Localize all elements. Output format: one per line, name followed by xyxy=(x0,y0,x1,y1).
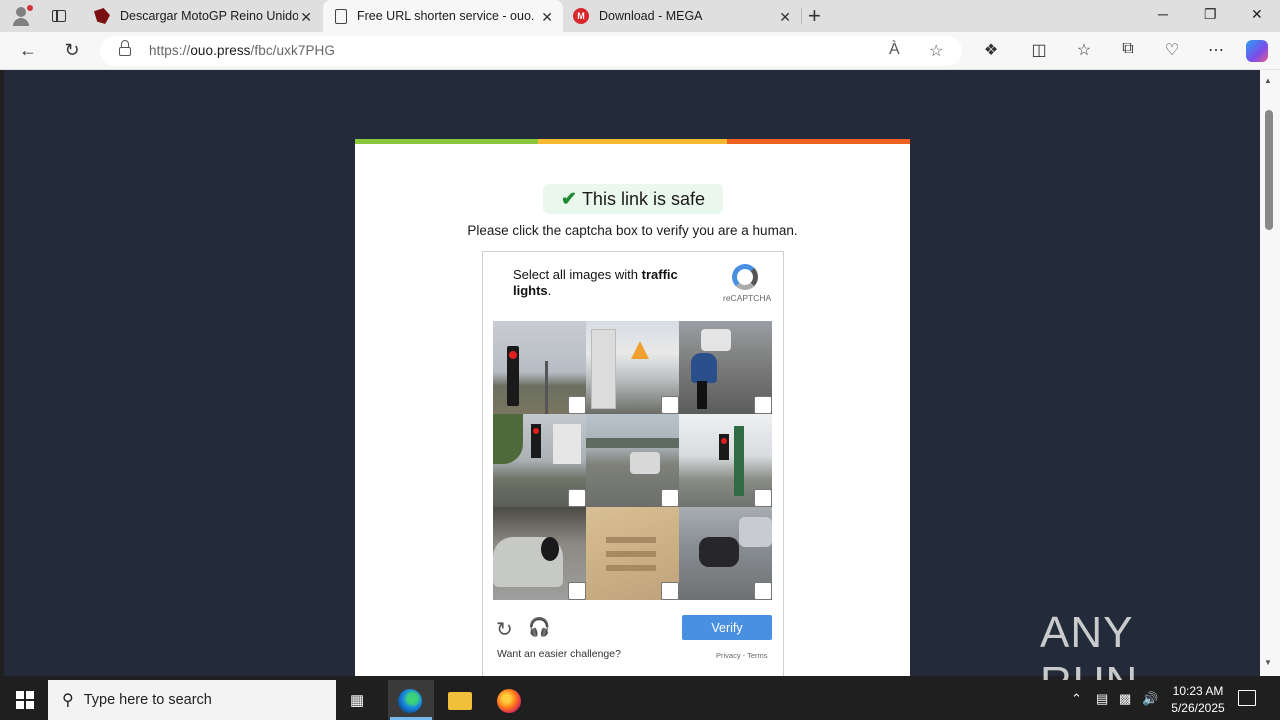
browser-title-bar: Descargar MotoGP Reino Unido ✕ Free URL … xyxy=(0,0,1280,32)
taskbar-search-box[interactable]: ⚲ Type here to search xyxy=(48,680,336,720)
copilot-icon[interactable] xyxy=(1246,40,1268,62)
tab-mega[interactable]: M Download - MEGA ✕ xyxy=(563,0,801,32)
recaptcha-challenge: Select all images with traffic lights. r… xyxy=(482,251,784,676)
captcha-tile[interactable] xyxy=(493,414,586,507)
image-grid xyxy=(493,321,773,601)
close-window-button[interactable]: ✕ xyxy=(1251,6,1263,23)
audio-challenge-icon[interactable]: 🎧 xyxy=(528,617,550,638)
motogp-favicon-icon xyxy=(94,8,110,24)
captcha-tile[interactable] xyxy=(493,507,586,600)
verify-button[interactable]: Verify xyxy=(682,615,772,640)
tab-motogp[interactable]: Descargar MotoGP Reino Unido ✕ xyxy=(84,0,322,32)
checkmark-icon: ✔ xyxy=(561,188,577,210)
privacy-link[interactable]: Privacy xyxy=(716,651,741,660)
notification-center-icon[interactable] xyxy=(1238,690,1256,706)
tile-checkbox[interactable] xyxy=(754,582,772,600)
tab-title: Free URL shorten service - ouo.press xyxy=(357,9,535,23)
refresh-icon[interactable]: ↻ xyxy=(61,40,83,61)
profile-avatar-icon[interactable] xyxy=(8,4,34,28)
browser-essentials-icon[interactable]: ♡ xyxy=(1161,40,1183,60)
extensions-icon[interactable]: ❖ xyxy=(980,40,1002,60)
favorite-star-icon[interactable]: ☆ xyxy=(929,41,943,61)
captcha-tile[interactable] xyxy=(586,321,679,414)
collections-icon[interactable]: ⧉ xyxy=(1117,40,1139,58)
volume-icon[interactable]: 🔊 xyxy=(1142,691,1158,707)
anyrun-watermark: ANY RUN xyxy=(1040,608,1240,707)
tab-close-icon[interactable]: ✕ xyxy=(779,9,791,26)
page-favicon-icon xyxy=(335,8,347,24)
clock-date: 5/26/2025 xyxy=(1171,701,1225,715)
captcha-tile[interactable] xyxy=(679,321,772,414)
mega-favicon-icon: M xyxy=(573,8,589,24)
captcha-tile[interactable] xyxy=(493,321,586,414)
back-arrow-icon[interactable]: ← xyxy=(17,40,39,61)
search-placeholder: Type here to search xyxy=(83,692,212,708)
tile-checkbox[interactable] xyxy=(568,582,586,600)
easier-challenge-link[interactable]: Want an easier challenge? xyxy=(497,648,621,660)
tab-close-icon[interactable]: ✕ xyxy=(541,9,553,26)
more-menu-icon[interactable]: ⋯ xyxy=(1205,40,1227,60)
clock-time: 10:23 AM xyxy=(1172,684,1224,698)
new-tab-button[interactable]: + xyxy=(808,3,821,29)
recaptcha-brand: reCAPTCHA xyxy=(723,293,772,303)
tab-ouo-press[interactable]: Free URL shorten service - ouo.press ✕ xyxy=(323,0,563,32)
privacy-terms-links: Privacy - Terms xyxy=(716,651,768,660)
network-icon[interactable]: ▩ xyxy=(1119,691,1131,707)
captcha-tile[interactable] xyxy=(586,507,679,600)
restore-button[interactable]: ❐ xyxy=(1204,6,1217,23)
minimize-button[interactable]: ─ xyxy=(1158,6,1168,22)
tile-checkbox[interactable] xyxy=(661,489,679,507)
captcha-prompt: Select all images with traffic lights. xyxy=(513,267,678,298)
task-view-icon[interactable]: ▦ xyxy=(350,691,368,709)
verification-card: ✔ This link is safe Please click the cap… xyxy=(355,139,910,676)
safe-link-text: This link is safe xyxy=(581,188,705,209)
windows-start-icon[interactable] xyxy=(16,691,34,709)
color-stripe xyxy=(355,139,910,144)
reload-challenge-icon[interactable]: ↻ xyxy=(496,617,513,642)
tab-close-icon[interactable]: ✕ xyxy=(300,9,312,26)
address-bar[interactable]: https://ouo.press/fbc/uxk7PHG À ☆ xyxy=(100,36,962,66)
recaptcha-logo-icon xyxy=(730,262,760,292)
file-explorer-icon[interactable] xyxy=(448,692,472,710)
tab-title: Download - MEGA xyxy=(599,9,703,23)
tab-actions-icon[interactable] xyxy=(50,7,68,25)
scrollbar-thumb[interactable] xyxy=(1265,110,1273,230)
show-hidden-icons-icon[interactable]: ⌃ xyxy=(1071,691,1082,707)
captcha-footer: ↻ 🎧 Verify Want an easier challenge? Pri… xyxy=(483,612,783,676)
captcha-tile[interactable] xyxy=(679,414,772,507)
split-screen-icon[interactable]: ◫ xyxy=(1028,40,1050,60)
read-aloud-icon[interactable]: À xyxy=(889,41,900,59)
tab-title: Descargar MotoGP Reino Unido xyxy=(120,9,298,23)
tile-checkbox[interactable] xyxy=(568,489,586,507)
captcha-tile[interactable] xyxy=(679,507,772,600)
search-icon: ⚲ xyxy=(62,692,74,709)
page-viewport: ✔ This link is safe Please click the cap… xyxy=(4,70,1260,676)
tile-checkbox[interactable] xyxy=(754,396,772,414)
lock-icon[interactable] xyxy=(119,40,131,56)
system-clock[interactable]: 10:23 AM 5/26/2025 xyxy=(1160,683,1236,717)
edge-browser-icon[interactable] xyxy=(398,689,422,713)
safe-link-badge: ✔ This link is safe xyxy=(543,184,723,214)
tile-checkbox[interactable] xyxy=(661,396,679,414)
security-icon[interactable]: ▤ xyxy=(1096,691,1108,707)
tile-checkbox[interactable] xyxy=(754,489,772,507)
tile-checkbox[interactable] xyxy=(568,396,586,414)
windows-taskbar: ⚲ Type here to search ▦ ⌃ ▤ ▩ 🔊 10:23 AM… xyxy=(0,680,1280,720)
url-text[interactable]: https://ouo.press/fbc/uxk7PHG xyxy=(149,43,335,58)
captcha-tile[interactable] xyxy=(586,414,679,507)
tile-checkbox[interactable] xyxy=(661,582,679,600)
page-scrollbar[interactable]: ▲ ▼ xyxy=(1260,70,1280,676)
terms-link[interactable]: Terms xyxy=(747,651,767,660)
captcha-instruction: Please click the captcha box to verify y… xyxy=(467,223,798,238)
favorites-icon[interactable]: ☆ xyxy=(1073,40,1095,60)
firefox-icon[interactable] xyxy=(497,689,521,713)
